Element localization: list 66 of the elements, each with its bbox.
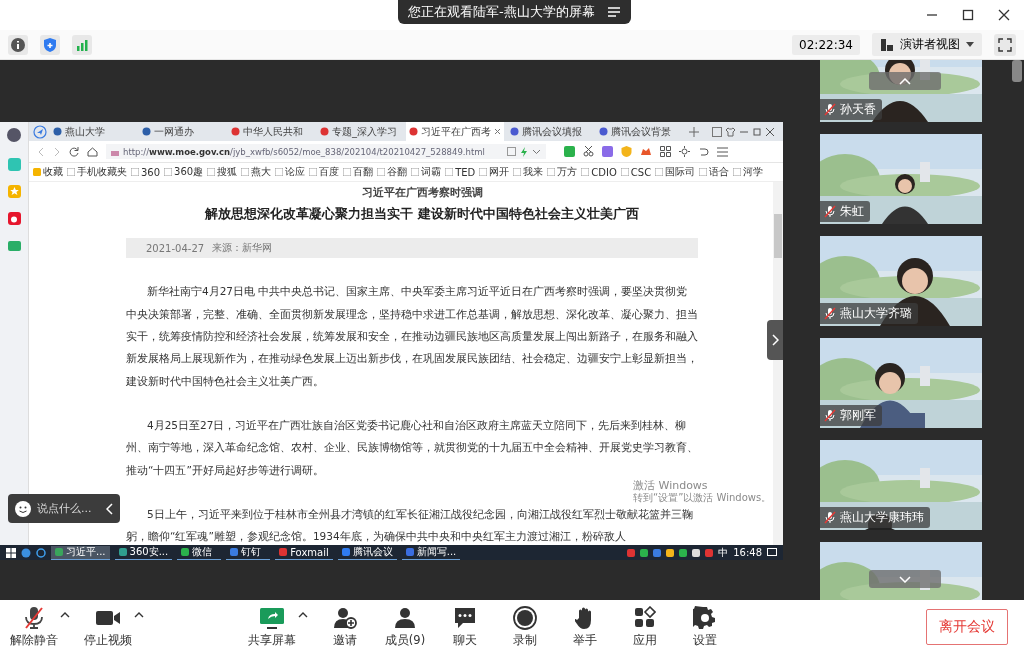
- participant-name: 燕山大学康玮玮: [840, 509, 924, 527]
- input-method-indicator[interactable]: 中: [718, 545, 729, 560]
- invite-button[interactable]: 邀请: [322, 605, 368, 648]
- apps-button[interactable]: 应用: [622, 605, 668, 648]
- chat-input[interactable]: 说点什么...: [8, 494, 120, 524]
- hand-button[interactable]: 举手: [562, 605, 608, 648]
- article-title: 解放思想深化改革凝心聚力担当实干 建设新时代中国特色社会主义壮美广西: [204, 205, 640, 224]
- article-date: 2021-04-27: [146, 242, 205, 254]
- share-button[interactable]: 共享屏幕: [248, 605, 296, 648]
- bookmark-link[interactable]: 百翻: [343, 165, 374, 180]
- taskbar-item[interactable]: 钉钉: [226, 545, 271, 560]
- taskbar-item[interactable]: 360安...: [114, 545, 173, 560]
- activation-hint: 转到“设置”以激活 Windows。: [633, 492, 772, 505]
- taskbar-item[interactable]: 习近平...: [51, 545, 110, 560]
- browser-tab[interactable]: 一网通办: [139, 122, 225, 142]
- address-field[interactable]: http://www.moe.gov.cn/jyb_xwfb/s6052/moe_838/202104/t20210427_528849.html: [106, 144, 546, 160]
- taskbar-item[interactable]: 腾讯会议: [337, 545, 397, 560]
- bookmark-link[interactable]: 论应: [275, 165, 306, 180]
- banner-text: 您正在观看陆军-燕山大学的屏幕: [408, 3, 595, 21]
- browser-tab[interactable]: 腾讯会议填报: [507, 122, 593, 142]
- meeting-timer: 02:22:34: [792, 34, 860, 55]
- record-button[interactable]: 录制: [502, 605, 548, 648]
- bookmark-link[interactable]: CSC: [620, 166, 652, 178]
- members-button[interactable]: 成员(9): [382, 605, 428, 648]
- participant-name: 朱虹: [840, 203, 864, 221]
- article-paragraph: 4月25日至27日，习近平在广西壮族自治区党委书记鹿心社和自治区政府主席蓝天立陪同下，先后来到桂林、柳州、南宁等地，深入革命纪念馆、农村、企业、民族博物馆等，就贯彻党的十九届五中全会精神、开展党史学习教育、推动“十四五”开好局起好步等进行调研。: [126, 417, 698, 478]
- bookmark-link[interactable]: 燕大: [241, 165, 272, 180]
- bookmark-link[interactable]: 搜狐: [207, 165, 238, 180]
- bookmark-link[interactable]: 360: [131, 166, 161, 178]
- taskbar-item[interactable]: 微信: [177, 545, 222, 560]
- article-kicker: 习近平在广西考察时强调: [360, 185, 484, 201]
- taskbar-item[interactable]: Foxmail: [275, 545, 333, 560]
- participant-name: 燕山大学齐璐: [840, 305, 912, 323]
- bookmark-link[interactable]: 国际司: [655, 165, 696, 180]
- bookmark-link[interactable]: 网开: [479, 165, 510, 180]
- bookmark-link[interactable]: 河学: [733, 165, 764, 180]
- browser-tab[interactable]: 中华人民共和: [228, 122, 314, 142]
- view-mode-dropdown[interactable]: 演讲者视图: [872, 33, 982, 57]
- video-button[interactable]: 停止视频: [84, 605, 132, 648]
- bookmark-link[interactable]: TED: [445, 166, 476, 178]
- bookmark-link[interactable]: 我来: [513, 165, 544, 180]
- bookmark-link[interactable]: 词霸: [411, 165, 442, 180]
- mic-button[interactable]: 解除静音: [10, 605, 58, 648]
- browser-tab[interactable]: 专题_深入学习: [317, 122, 403, 142]
- chat-button[interactable]: 聊天: [442, 605, 488, 648]
- browser-tab[interactable]: 腾讯会议背景: [596, 122, 682, 142]
- bookmark-link[interactable]: CDIO: [581, 166, 617, 178]
- article-paragraph: 5日上午，习近平来到位于桂林市全州县才湾镇的红军长征湘江战役纪念园，向湘江战役红军烈士敬献花篮并三鞠躬，瞻仰“红军魂”雕塑，参观纪念馆。1934年底，为确保中共中央和中央红军主力渡过湘江，粉碎敌人: [126, 506, 694, 545]
- bookmark-link[interactable]: 万方: [547, 165, 578, 180]
- activation-title: 激活 Windows: [633, 479, 709, 493]
- participant-name: 孙天香: [840, 101, 876, 119]
- browser-tab[interactable]: 燕山大学: [50, 122, 136, 142]
- article-paragraph: 新华社南宁4月27日电 中共中央总书记、国家主席、中央军委主席习近平近日在广西考察时强调，要坚决贯彻党中央决策部署，完整、准确、全面贯彻新发展理念，坚持稳中求进工作总基调，解放思想、深化改革、凝心聚力、担当实干，统筹疫情防控和经济社会发展，统筹发展和安全，在推动边疆民族地区高质量发展上闯出新路子，在服务和融入新发展格局上展现新作为，在推动绿色发展上迈出新步伐，在巩固发展民族团结、社会稳定、边疆安宁上彰显新担当，建设新时代中国特色社会主义壮美广西。: [126, 284, 698, 389]
- settings-button[interactable]: 设置: [682, 605, 728, 648]
- article-source: 来源：新华网: [212, 241, 273, 256]
- bookmark-link[interactable]: 360趣: [164, 165, 204, 180]
- bookmark-link[interactable]: 百度: [309, 165, 340, 180]
- leave-meeting-button[interactable]: 离开会议: [926, 608, 1008, 645]
- bookmark-link[interactable]: 手机收藏夹: [67, 165, 127, 180]
- bookmark-link[interactable]: 语合: [699, 165, 730, 180]
- browser-tab[interactable]: 习近平在广西考: [406, 122, 504, 142]
- bookmark-link[interactable]: 谷翻: [377, 165, 408, 180]
- taskbar-item[interactable]: 新闻写...: [401, 545, 461, 560]
- taskbar-clock[interactable]: 16:48: [733, 547, 762, 559]
- participant-name: 郭刚军: [840, 407, 876, 425]
- bookmark-link[interactable]: 收藏: [33, 165, 63, 180]
